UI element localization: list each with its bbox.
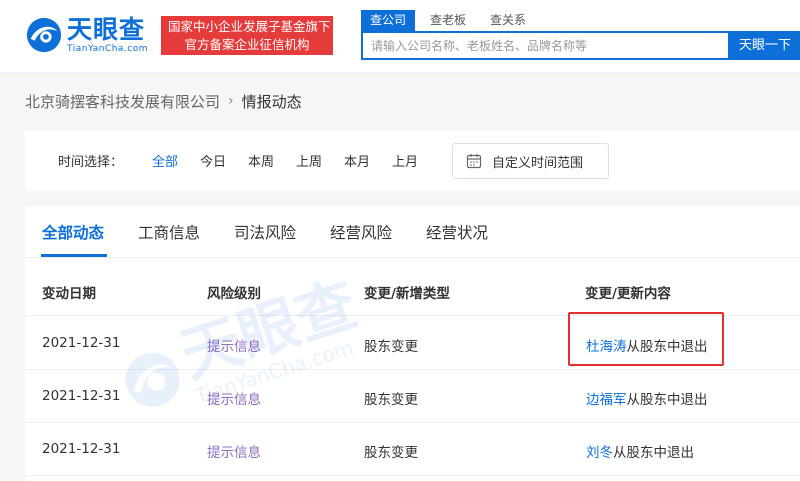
tianyancha-logo[interactable]: 天眼查 TianYanCha.com — [25, 14, 148, 56]
row-risk-level: 提示信息 — [207, 339, 261, 355]
time-option-this-week[interactable]: 本周 — [248, 151, 274, 170]
time-option-today[interactable]: 今日 — [200, 151, 226, 170]
badge-line-2: 官方备案企业征信机构 — [184, 37, 310, 52]
highlight-annotation-box — [568, 312, 724, 366]
breadcrumb-separator-icon: › — [228, 93, 234, 109]
row-date: 2021-12-31 — [42, 335, 121, 351]
certification-badge: 国家中小企业发展子基金旗下 官方备案企业征信机构 — [161, 16, 333, 55]
logo-subtitle: TianYanCha.com — [67, 43, 149, 54]
time-option-last-month[interactable]: 上月 — [392, 151, 418, 170]
logo-eye-icon — [26, 17, 62, 53]
header-change-content: 变更/更新内容 — [585, 286, 671, 302]
tab-business-info[interactable]: 工商信息 — [138, 221, 200, 243]
table-header: 变动日期 风险级别 变更/新增类型 变更/更新内容 — [25, 268, 800, 316]
time-filter-card: 时间选择： 全部 今日 本周 上周 本月 上月 自定义时间范围 — [25, 131, 800, 191]
table-row: 2021-12-31 提示信息 股东变更 边福军从股东中退出 — [25, 370, 800, 423]
header-change-type: 变更/新增类型 — [364, 286, 450, 302]
row-change-type: 股东变更 — [364, 392, 418, 408]
shareholder-link[interactable]: 刘冬 — [586, 445, 613, 461]
header-risk-level: 风险级别 — [207, 286, 261, 302]
row-risk-level: 提示信息 — [207, 445, 261, 461]
category-tabs: 全部动态 工商信息 司法风险 经营风险 经营状况 — [25, 206, 800, 258]
breadcrumb: 北京骑摆客科技发展有限公司 › 情报动态 — [25, 90, 302, 112]
row-change-suffix: 从股东中退出 — [613, 445, 694, 461]
search-box — [361, 31, 730, 60]
table-row: 2021-12-31 提示信息 股东变更 刘冬从股东中退出 — [25, 423, 800, 476]
search-tab-company[interactable]: 查公司 — [361, 10, 416, 31]
row-change-content: 刘冬从股东中退出 — [586, 441, 694, 461]
search-button[interactable]: 天眼一下 — [730, 31, 800, 60]
tab-operating-risk[interactable]: 经营风险 — [330, 221, 392, 243]
top-header: 天眼查 TianYanCha.com 国家中小企业发展子基金旗下 官方备案企业征… — [0, 0, 800, 73]
breadcrumb-current: 情报动态 — [241, 92, 302, 111]
search-input[interactable] — [363, 33, 728, 58]
custom-range-label: 自定义时间范围 — [492, 155, 584, 171]
row-risk-level: 提示信息 — [207, 392, 261, 408]
time-option-all[interactable]: 全部 — [152, 151, 178, 170]
search-tab-relation[interactable]: 查关系 — [481, 10, 535, 31]
header-change-date: 变动日期 — [42, 286, 96, 302]
row-change-content: 边福军从股东中退出 — [586, 388, 708, 408]
row-date: 2021-12-31 — [42, 388, 121, 404]
logo-title: 天眼查 — [67, 14, 146, 44]
time-option-last-week[interactable]: 上周 — [296, 151, 322, 170]
tab-all-dynamics[interactable]: 全部动态 — [42, 221, 104, 243]
row-change-suffix: 从股东中退出 — [626, 392, 708, 408]
breadcrumb-company[interactable]: 北京骑摆客科技发展有限公司 — [25, 91, 220, 112]
tab-judicial-risk[interactable]: 司法风险 — [234, 221, 296, 243]
badge-line-1: 国家中小企业发展子基金旗下 — [168, 19, 331, 34]
calendar-icon — [466, 154, 482, 169]
row-change-type: 股东变更 — [364, 445, 418, 461]
shareholder-link[interactable]: 边福军 — [586, 392, 627, 408]
active-tab-indicator — [41, 254, 107, 257]
tab-operating-status[interactable]: 经营状况 — [426, 221, 488, 243]
time-option-this-month[interactable]: 本月 — [344, 151, 370, 170]
search-type-tabs: 查公司 查老板 查关系 — [361, 10, 541, 31]
custom-range-button[interactable]: 自定义时间范围 — [452, 143, 609, 179]
search-tab-boss[interactable]: 查老板 — [421, 10, 475, 31]
row-date: 2021-12-31 — [42, 441, 121, 457]
time-filter-label: 时间选择： — [58, 155, 124, 170]
row-change-type: 股东变更 — [364, 339, 418, 355]
